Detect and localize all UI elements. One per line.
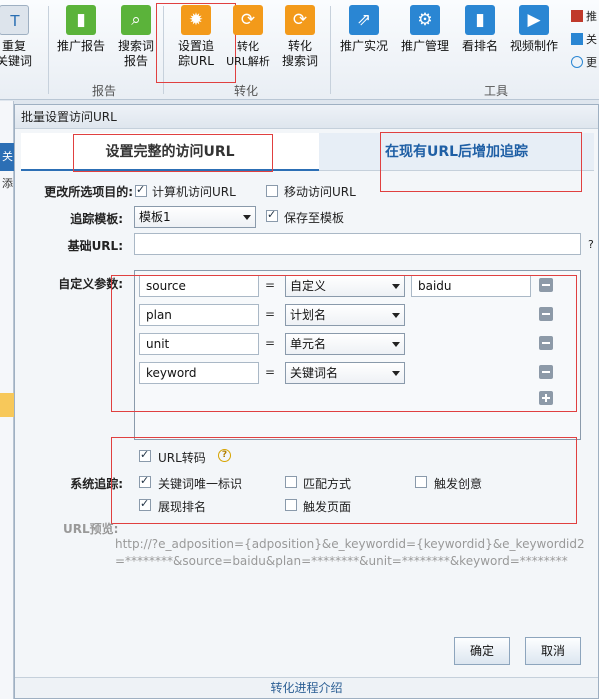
mini-text-icon <box>571 33 583 45</box>
highlight-box <box>111 437 577 524</box>
save-template-label: 保存至模板 <box>284 211 345 225</box>
video-making-button[interactable]: ▶ 视频制作 <box>506 4 562 72</box>
cancel-button[interactable]: 取消 <box>525 637 581 665</box>
template-label: 追踪模板: <box>70 212 123 226</box>
promo-report-button[interactable]: ▮ 推广报告 <box>53 4 109 72</box>
change-items-label: 更改所选项目的: <box>44 185 133 199</box>
duplicate-keyword-icon: T <box>0 5 29 35</box>
ribbon-separator <box>330 6 331 94</box>
mobile-url-label: 移动访问URL <box>284 185 356 199</box>
template-select[interactable]: 模板1 <box>134 206 256 228</box>
batch-set-url-dialog: 批量设置访问URL 设置完整的访问URL 在现有URL后增加追踪 更改所选项目的… <box>14 104 599 699</box>
video-making-label: 视频制作 <box>509 39 558 53</box>
pc-url-label: 计算机访问URL <box>152 185 236 199</box>
promo-live-label: 推广实况 <box>339 39 388 53</box>
ok-button[interactable]: 确定 <box>454 637 510 665</box>
base-url-help-icon[interactable]: ? <box>588 238 594 251</box>
video-icon: ▶ <box>519 5 549 35</box>
base-url-label: 基础URL: <box>67 239 123 253</box>
url-preview-label: URL预览: <box>63 522 119 536</box>
dialog-title: 批量设置访问URL <box>15 105 598 129</box>
highlight-box <box>111 275 577 412</box>
duplicate-keyword-label: 重复 关键词 <box>0 39 32 68</box>
mobile-url-checkbox[interactable] <box>266 185 278 197</box>
search-report-icon: ⌕ <box>121 5 151 35</box>
chevron-down-icon <box>243 215 251 220</box>
background-tab[interactable]: 关 <box>0 143 14 171</box>
refresh-icon: ⟳ <box>233 5 263 35</box>
duplicate-keyword-button[interactable]: T 重复 关键词 <box>0 4 42 72</box>
highlight-box <box>380 132 582 192</box>
gear-icon: ✹ <box>181 5 211 35</box>
convert-url-parse-label: 转化 URL解析 <box>226 40 270 68</box>
view-ranking-label: 看排名 <box>461 39 498 53</box>
save-template-checkbox[interactable] <box>266 208 278 222</box>
convert-search-term-label: 转化 搜索词 <box>281 39 318 68</box>
mini-button-1[interactable]: 推 <box>571 8 597 24</box>
convert-search-icon: ⟳ <box>285 5 315 35</box>
promo-manage-label: 推广管理 <box>400 39 449 53</box>
background-item[interactable]: 添 <box>0 175 13 191</box>
mini-chart-icon <box>571 10 583 22</box>
view-ranking-button[interactable]: ▮ 看排名 <box>452 4 508 72</box>
url-preview-text: http://?e_adposition={adposition}&e_keyw… <box>115 537 585 568</box>
mini-button-2[interactable]: 关 <box>571 31 597 47</box>
ribbon-separator <box>48 6 49 94</box>
mini-button-3[interactable]: 更 <box>571 54 597 70</box>
promo-manage-button[interactable]: ⚙ 推广管理 <box>397 4 453 72</box>
background-app-panel: 关 添 <box>0 101 14 699</box>
bar-chart-icon: ▮ <box>66 5 96 35</box>
system-tracking-label: 系统追踪: <box>70 477 123 491</box>
conversion-process-link[interactable]: 转化进程介绍 <box>15 677 598 698</box>
promo-live-button[interactable]: ⇗ 推广实况 <box>336 4 392 72</box>
manage-icon: ⚙ <box>410 5 440 35</box>
group-report-label: 报告 <box>92 84 117 98</box>
group-convert-label: 转化 <box>234 84 259 98</box>
convert-url-parse-button[interactable]: ⟳ 转化 URL解析 <box>220 4 276 72</box>
ribbon-toolbar: T 重复 关键词 ▮ 推广报告 ⌕ 搜索词 报告 报告 ✹ 设置追 踪URL ⟳… <box>0 0 599 100</box>
promo-report-label: 推广报告 <box>56 39 105 53</box>
mini-plus-icon <box>571 56 583 68</box>
background-selected-row <box>0 393 14 417</box>
share-icon: ⇗ <box>349 5 379 35</box>
highlight-box <box>73 134 273 172</box>
ranking-icon: ▮ <box>465 5 495 35</box>
custom-params-label: 自定义参数: <box>58 277 123 291</box>
group-tools-label: 工具 <box>484 84 509 98</box>
pc-url-checkbox[interactable] <box>135 183 147 197</box>
convert-search-term-button[interactable]: ⟳ 转化 搜索词 <box>272 4 328 72</box>
base-url-input[interactable] <box>134 233 581 255</box>
